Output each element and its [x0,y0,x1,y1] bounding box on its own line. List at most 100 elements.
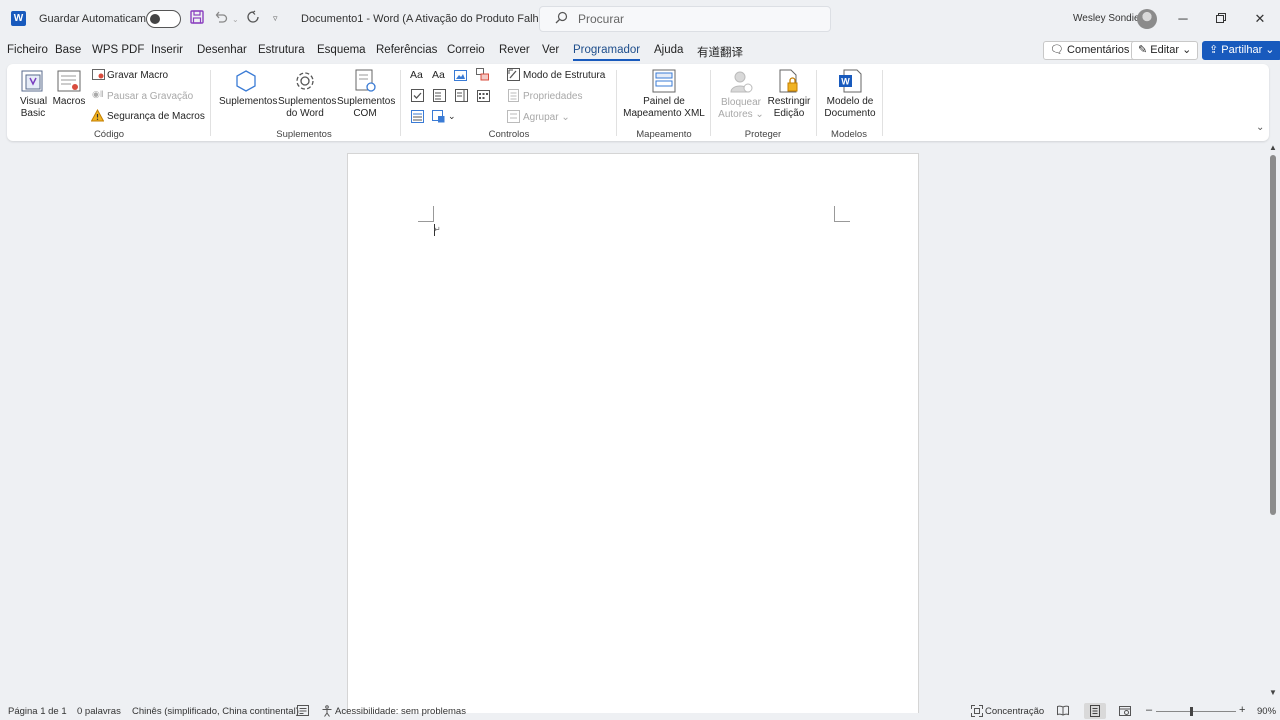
print-layout-icon[interactable] [1089,705,1101,720]
zoom-slider-thumb[interactable] [1190,707,1193,716]
scrollbar-thumb[interactable] [1270,155,1276,515]
page-count[interactable]: Página 1 de 1 [8,706,67,717]
close-icon[interactable]: ✕ [1248,8,1272,30]
word-addins-button[interactable]: Suplementos do Word [278,96,336,120]
zoom-slider[interactable] [1156,711,1236,712]
undo-dropdown-icon[interactable]: ⌄ [232,15,239,24]
macros-icon [56,68,82,94]
group-divider [710,70,711,136]
tab-esquema[interactable]: Esquema [317,44,366,56]
autosave-toggle[interactable] [146,10,181,28]
building-block-control-icon[interactable] [476,68,489,81]
minimize-icon[interactable]: ─ [1171,8,1195,30]
group-label-proteger: Proteger [744,129,782,140]
group-label-suplementos: Suplementos [276,129,332,140]
macros-button[interactable]: Macros [52,96,86,108]
restore-icon[interactable] [1209,8,1233,30]
search-box[interactable] [539,6,831,32]
group-divider [400,70,401,136]
read-mode-icon[interactable] [1057,705,1069,719]
rich-text-control-icon[interactable]: Aa [410,69,423,81]
document-template-button[interactable]: Modelo de Documento [822,96,878,120]
macro-security-button[interactable]: Segurança de Macros [107,111,205,123]
document-template-label-2: Documento [824,108,876,119]
share-button[interactable]: ⇪ Partilhar ⌄ [1202,41,1280,60]
plain-text-control-icon[interactable]: Aa [432,69,445,81]
document-page[interactable]: ↵ [347,153,919,713]
language-status[interactable]: Chinês (simplificado, China continental) [132,706,299,717]
user-name[interactable]: Wesley Sondie [1073,13,1140,24]
picture-control-icon[interactable] [454,69,467,82]
group-label-codigo: Código [93,129,125,140]
block-authors-button[interactable]: Bloquear Autores ⌄ [718,97,764,121]
text-predictions-icon[interactable] [297,705,309,719]
group-divider [816,70,817,136]
tab-wps-pdf[interactable]: WPS PDF [92,44,144,56]
word-app-icon: W [11,11,26,26]
edit-mode-button[interactable]: ✎ Editar ⌄ [1131,41,1199,60]
focus-mode-icon [971,705,983,720]
undo-icon[interactable] [214,10,228,27]
web-layout-icon[interactable] [1119,705,1131,720]
zoom-out-icon[interactable]: – [1146,704,1152,716]
repeating-section-control-icon[interactable] [411,110,424,123]
group-button[interactable]: Agrupar ⌄ [523,112,570,124]
tab-rever[interactable]: Rever [499,44,530,56]
accessibility-status[interactable]: Acessibilidade: sem problemas [335,706,466,717]
visual-basic-button[interactable]: Visual Basic [20,96,47,120]
tab-ficheiro[interactable]: Ficheiro [7,44,48,56]
com-addins-label-1: Suplementos [337,96,396,107]
legacy-tools-dropdown-icon[interactable]: ⌄ [448,110,456,122]
legacy-tools-icon[interactable] [432,110,445,123]
restrict-editing-button[interactable]: Restringir Edição [766,96,812,120]
vertical-scrollbar[interactable]: ▲ ▼ [1268,143,1278,703]
tab-correio[interactable]: Correio [447,44,485,56]
design-mode-button[interactable]: Modo de Estrutura [523,70,605,82]
restrict-editing-label-1: Restringir [767,96,811,107]
tab-programador[interactable]: Programador [573,44,641,61]
collapse-ribbon-icon[interactable]: ⌄ [1256,122,1264,133]
avatar[interactable] [1137,9,1157,29]
tab-youdao-translate[interactable]: 有道翻译 [697,44,743,60]
document-title: Documento1 - Word (A Ativação do Produto… [301,13,555,25]
tab-referencias[interactable]: Referências [376,44,437,56]
word-count[interactable]: 0 palavras [77,706,121,717]
zoom-in-icon[interactable]: + [1239,704,1245,716]
scroll-up-icon[interactable]: ▲ [1269,143,1277,152]
search-input[interactable] [578,11,818,27]
tab-estrutura[interactable]: Estrutura [258,44,305,56]
group-label-modelos: Modelos [831,129,867,140]
combobox-control-icon[interactable] [433,89,446,102]
chevron-down-icon: ⌄ [1179,44,1192,56]
redo-icon[interactable] [246,10,260,27]
checkbox-control-icon[interactable] [411,89,424,102]
comments-button[interactable]: 🗨︎ Comentários [1043,41,1137,60]
tab-inserir[interactable]: Inserir [151,44,183,56]
properties-button[interactable]: Propriedades [523,91,582,103]
zoom-level[interactable]: 90% [1257,706,1276,717]
dropdown-list-control-icon[interactable] [455,89,468,102]
group-divider [616,70,617,136]
restrict-editing-label-2: Edição [773,108,805,119]
pause-recording-icon: ◉‖ [92,89,104,99]
save-icon[interactable] [190,10,204,27]
addins-icon [233,68,259,94]
tab-ajuda[interactable]: Ajuda [654,44,683,56]
xml-mapping-pane-button[interactable]: Painel de Mapeamento XML [622,96,706,120]
pause-recording-button[interactable]: Pausar a Gravação [107,91,193,103]
date-picker-control-icon[interactable] [477,89,490,102]
margin-corner-top-right [834,206,850,222]
warning-icon [90,108,105,122]
customize-qat-icon[interactable]: ▿ [273,13,278,24]
xml-mapping-pane-icon [651,68,677,94]
record-macro-button[interactable]: Gravar Macro [107,70,168,82]
scroll-down-icon[interactable]: ▼ [1269,688,1277,697]
com-addins-button[interactable]: Suplementos COM [337,96,396,120]
xml-mapping-label-2: Mapeamento XML [623,108,705,119]
focus-mode-button[interactable]: Concentração [985,706,1044,717]
tab-desenhar[interactable]: Desenhar [197,44,247,56]
tab-ver[interactable]: Ver [542,44,559,56]
addins-button[interactable]: Suplementos [219,96,277,108]
tab-base[interactable]: Base [55,44,81,56]
design-mode-icon [507,68,520,81]
